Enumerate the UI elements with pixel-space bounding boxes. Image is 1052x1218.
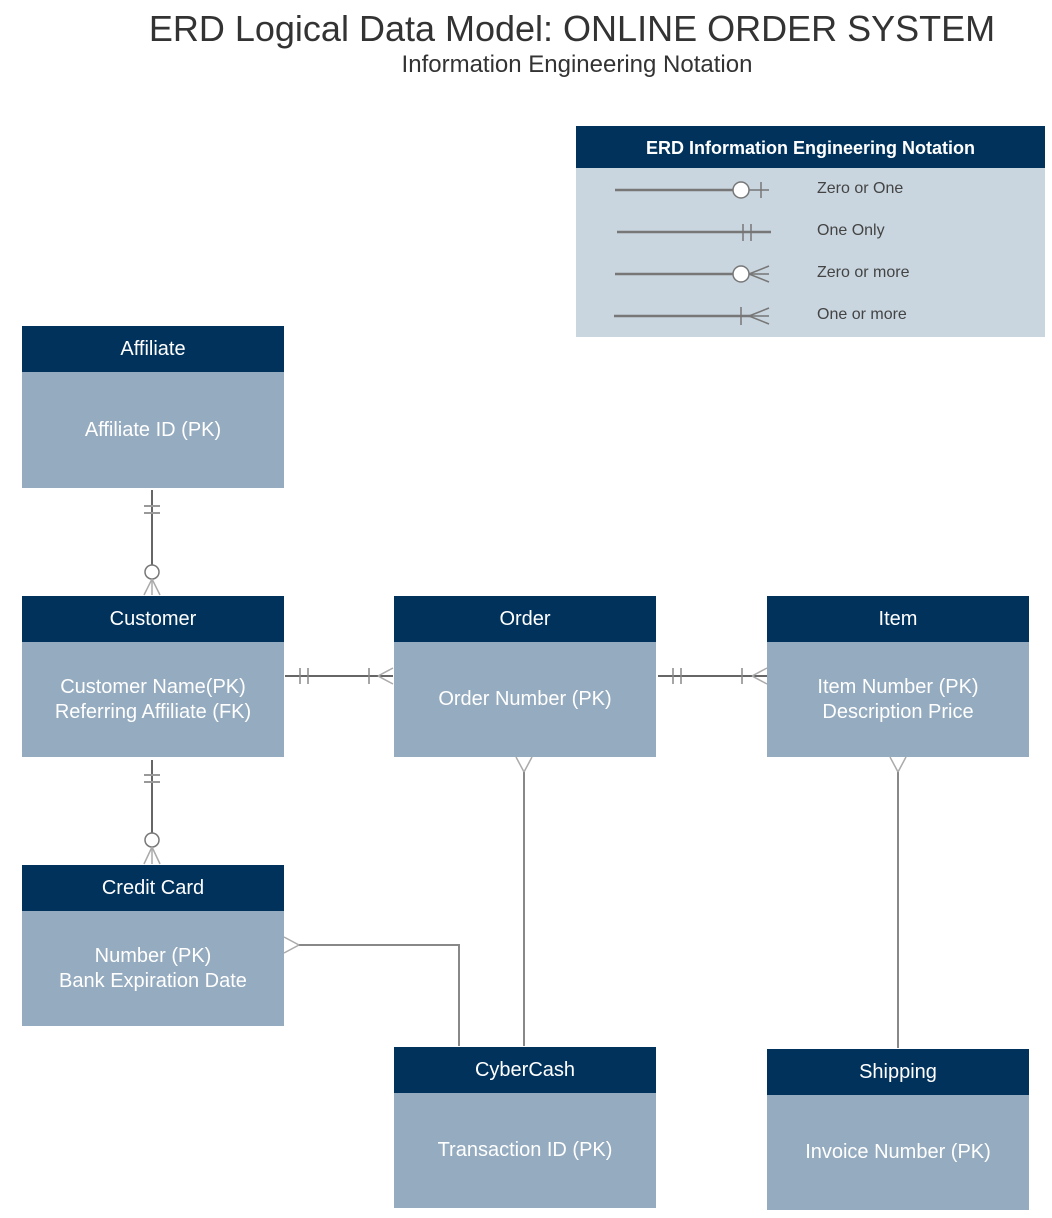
entity-cybercash[interactable]: CyberCash Transaction ID (PK) (394, 1047, 656, 1208)
attribute: Bank Expiration Date (59, 969, 247, 992)
entity-name: Affiliate (22, 326, 284, 372)
entity-name: Shipping (767, 1049, 1029, 1095)
entity-attributes: Order Number (PK) (394, 642, 656, 757)
relationship-customer-order (285, 667, 394, 685)
attribute: Description Price (822, 700, 974, 723)
entity-attributes: Invoice Number (PK) (767, 1095, 1029, 1210)
relationship-order-item (658, 667, 768, 685)
entity-name: Credit Card (22, 865, 284, 911)
entity-attributes: Transaction ID (PK) (394, 1093, 656, 1208)
attribute: Invoice Number (PK) (805, 1141, 991, 1163)
entity-credit-card[interactable]: Credit Card Number (PK) Bank Expiration … (22, 865, 284, 1026)
legend-label-one-or-more: One or more (817, 306, 907, 323)
entity-name: Item (767, 596, 1029, 642)
entity-customer[interactable]: Customer Customer Name(PK) Referring Aff… (22, 596, 284, 757)
relationship-affiliate-customer (143, 490, 161, 596)
attribute: Customer Name(PK) (60, 675, 246, 698)
attribute: Number (PK) (94, 944, 212, 967)
entity-affiliate[interactable]: Affiliate Affiliate ID (PK) (22, 326, 284, 488)
entity-attributes: Affiliate ID (PK) (22, 372, 284, 488)
zero-or-more-icon (615, 265, 770, 283)
entity-name: Order (394, 596, 656, 642)
entity-order[interactable]: Order Order Number (PK) (394, 596, 656, 757)
entity-attributes: Number (PK) Bank Expiration Date (22, 911, 284, 1026)
notation-legend: ERD Information Engineering Notation Zer… (576, 126, 1045, 337)
attribute: Item Number (PK) (817, 675, 979, 698)
legend-label-zero-or-more: Zero or more (817, 264, 910, 281)
entity-attributes: Item Number (PK) Description Price (767, 642, 1029, 757)
relationship-cybercash-creditcard (283, 936, 460, 1046)
entity-name: CyberCash (394, 1047, 656, 1093)
entity-name: Customer (22, 596, 284, 642)
entity-attributes: Customer Name(PK) Referring Affiliate (F… (22, 642, 284, 757)
entity-item[interactable]: Item Item Number (PK) Description Price (767, 596, 1029, 757)
one-only-icon (617, 224, 771, 241)
one-or-more-icon (614, 307, 770, 325)
attribute: Referring Affiliate (FK) (54, 700, 252, 723)
legend-label-zero-or-one: Zero or One (817, 180, 904, 197)
relationship-cybercash-order (515, 756, 533, 1046)
attribute: Order Number (PK) (438, 688, 612, 710)
legend-label-one-only: One Only (817, 222, 885, 239)
relationship-shipping-item (889, 756, 907, 1048)
attribute: Transaction ID (PK) (437, 1139, 613, 1161)
relationship-customer-creditcard (143, 760, 161, 865)
attribute: Affiliate ID (PK) (84, 418, 222, 441)
zero-or-one-icon (615, 181, 769, 199)
legend-symbols (614, 181, 771, 325)
entity-shipping[interactable]: Shipping Invoice Number (PK) (767, 1049, 1029, 1210)
